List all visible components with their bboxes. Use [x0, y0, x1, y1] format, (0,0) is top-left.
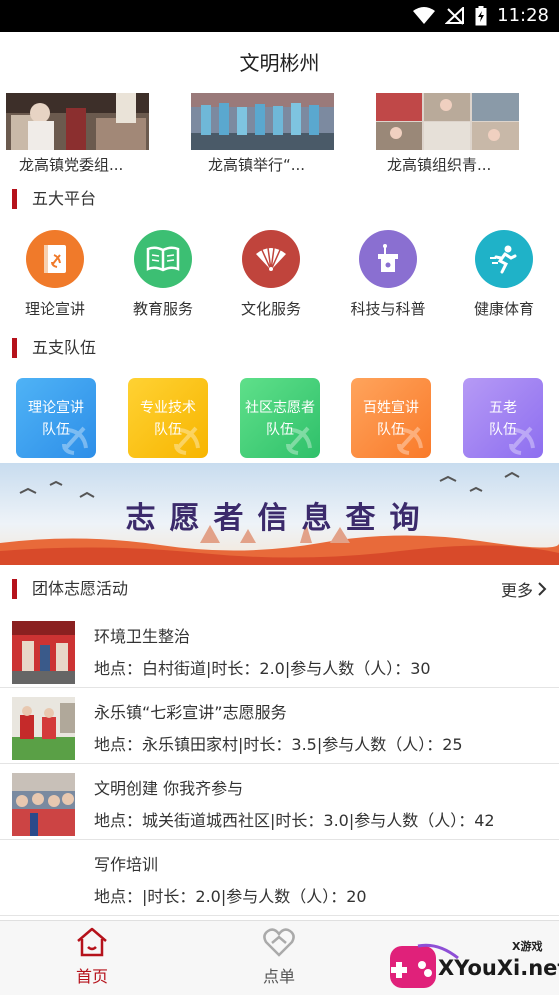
activity-info: 地点：城关街道城西社区|时长：3.0|参与人数（人）：42: [94, 811, 495, 830]
team-card-technical[interactable]: 专业技术 队伍: [128, 378, 208, 458]
activity-row[interactable]: 永乐镇“七彩宣讲”志愿服务 地点：永乐镇田家村|时长：3.5|参与人数（人）：2…: [0, 688, 559, 764]
section-title: 团体志愿活动: [32, 579, 129, 598]
nav-label: 点单: [262, 967, 295, 986]
section-title: 五支队伍: [32, 338, 97, 357]
clock: 11:28: [497, 5, 549, 26]
status-bar: 11:28: [0, 0, 559, 32]
party-emblem-icon: [286, 426, 312, 455]
more-label: 更多: [500, 581, 533, 600]
news-thumbnail: [191, 93, 334, 150]
page-title: 文明彬州: [239, 51, 320, 75]
platform-education[interactable]: 教育服务: [108, 230, 218, 319]
team-label: 社区志愿者: [245, 400, 315, 416]
party-emblem-icon: [174, 426, 200, 455]
watermark-small-text: X游戏: [512, 940, 543, 953]
news-thumbnail: [6, 93, 149, 150]
section-marker: [12, 579, 17, 599]
party-emblem-icon: [397, 426, 423, 455]
wifi-icon: [413, 6, 436, 24]
section-marker: [12, 189, 17, 209]
platform-label: 科技与科普: [350, 300, 426, 318]
section-title: 五大平台: [32, 189, 97, 208]
team-label: 专业技术: [140, 400, 196, 416]
watermark-site: XYouXi.net: [438, 956, 559, 980]
heart-hands-icon: [263, 928, 295, 957]
home-icon: [77, 927, 107, 957]
team-grid: 理论宣讲 队伍 专业技术 队伍 社区志愿者 队伍 百姓宣讲 队伍 五老 队伍: [0, 378, 559, 458]
team-label: 百姓宣讲: [363, 400, 419, 416]
activity-row[interactable]: 写作培训 地点：|时长：2.0|参与人数（人）：20: [0, 840, 559, 916]
podium-icon: [359, 230, 417, 288]
runner-icon: [475, 230, 533, 288]
activity-row[interactable]: 环境卫生整治 地点：白村街道|时长：2.0|参与人数（人）：30: [0, 612, 559, 688]
section-marker: [12, 338, 17, 358]
fan-icon: [242, 230, 300, 288]
platform-science[interactable]: 科技与科普: [333, 230, 443, 319]
activity-title: 写作培训: [94, 855, 159, 874]
activity-info: 地点：白村街道|时长：2.0|参与人数（人）：30: [94, 659, 431, 678]
news-thumbnail: [376, 93, 519, 150]
platform-label: 教育服务: [132, 300, 193, 318]
platform-health[interactable]: 健康体育: [449, 230, 559, 319]
team-card-citizen[interactable]: 百姓宣讲 队伍: [351, 378, 431, 458]
team-card-elders[interactable]: 五老 队伍: [463, 378, 543, 458]
no-signal-icon: [445, 6, 465, 25]
activity-info: 地点：|时长：2.0|参与人数（人）：20: [94, 887, 367, 906]
more-link[interactable]: 更多: [501, 577, 547, 601]
banner-text: 志愿者信息查询: [125, 501, 434, 536]
activity-title: 永乐镇“七彩宣讲”志愿服务: [94, 703, 287, 722]
activity-info: 地点：永乐镇田家村|时长：3.5|参与人数（人）：25: [94, 735, 463, 754]
open-book-icon: [134, 230, 192, 288]
team-label: 理论宣讲: [28, 400, 84, 416]
volunteer-query-banner[interactable]: 志愿者信息查询: [0, 463, 559, 565]
news-caption: 龙高镇党委组...: [19, 156, 124, 174]
activity-title: 环境卫生整治: [94, 627, 191, 646]
activity-thumbnail: [12, 697, 75, 760]
battery-icon: [475, 5, 487, 25]
platform-grid: 理论宣讲 教育服务 文化服务 科技与科普 健康体育: [0, 230, 559, 325]
platform-label: 健康体育: [473, 300, 534, 318]
nav-order[interactable]: 点单: [229, 927, 329, 987]
team-card-community[interactable]: 社区志愿者 队伍: [240, 378, 320, 458]
nav-home[interactable]: 首页: [42, 927, 142, 987]
party-emblem-icon: [62, 426, 88, 455]
activity-thumbnail: [12, 621, 75, 684]
activity-thumbnail: [12, 773, 75, 836]
platform-theory[interactable]: 理论宣讲: [0, 230, 110, 319]
news-caption: 龙高镇组织青...: [387, 156, 492, 174]
chevron-right-icon: [538, 582, 547, 596]
activity-title: 文明创建 你我齐参与: [94, 779, 244, 798]
news-caption: 龙高镇举行“...: [208, 156, 306, 174]
party-emblem-icon: [509, 426, 535, 455]
platform-label: 文化服务: [240, 300, 301, 318]
team-card-theory[interactable]: 理论宣讲 队伍: [16, 378, 96, 458]
platform-culture[interactable]: 文化服务: [216, 230, 326, 319]
watermark-logo: X游戏 XYouXi.net: [388, 936, 559, 992]
platform-label: 理论宣讲: [24, 300, 85, 318]
team-label: 五老: [489, 400, 517, 416]
nav-label: 首页: [75, 967, 108, 986]
party-book-icon: [26, 230, 84, 288]
news-carousel[interactable]: 龙高镇党委组... 龙高镇举行“... 龙高镇组织青...: [0, 93, 559, 183]
activity-row[interactable]: 文明创建 你我齐参与 地点：城关街道城西社区|时长：3.0|参与人数（人）：42: [0, 764, 559, 840]
